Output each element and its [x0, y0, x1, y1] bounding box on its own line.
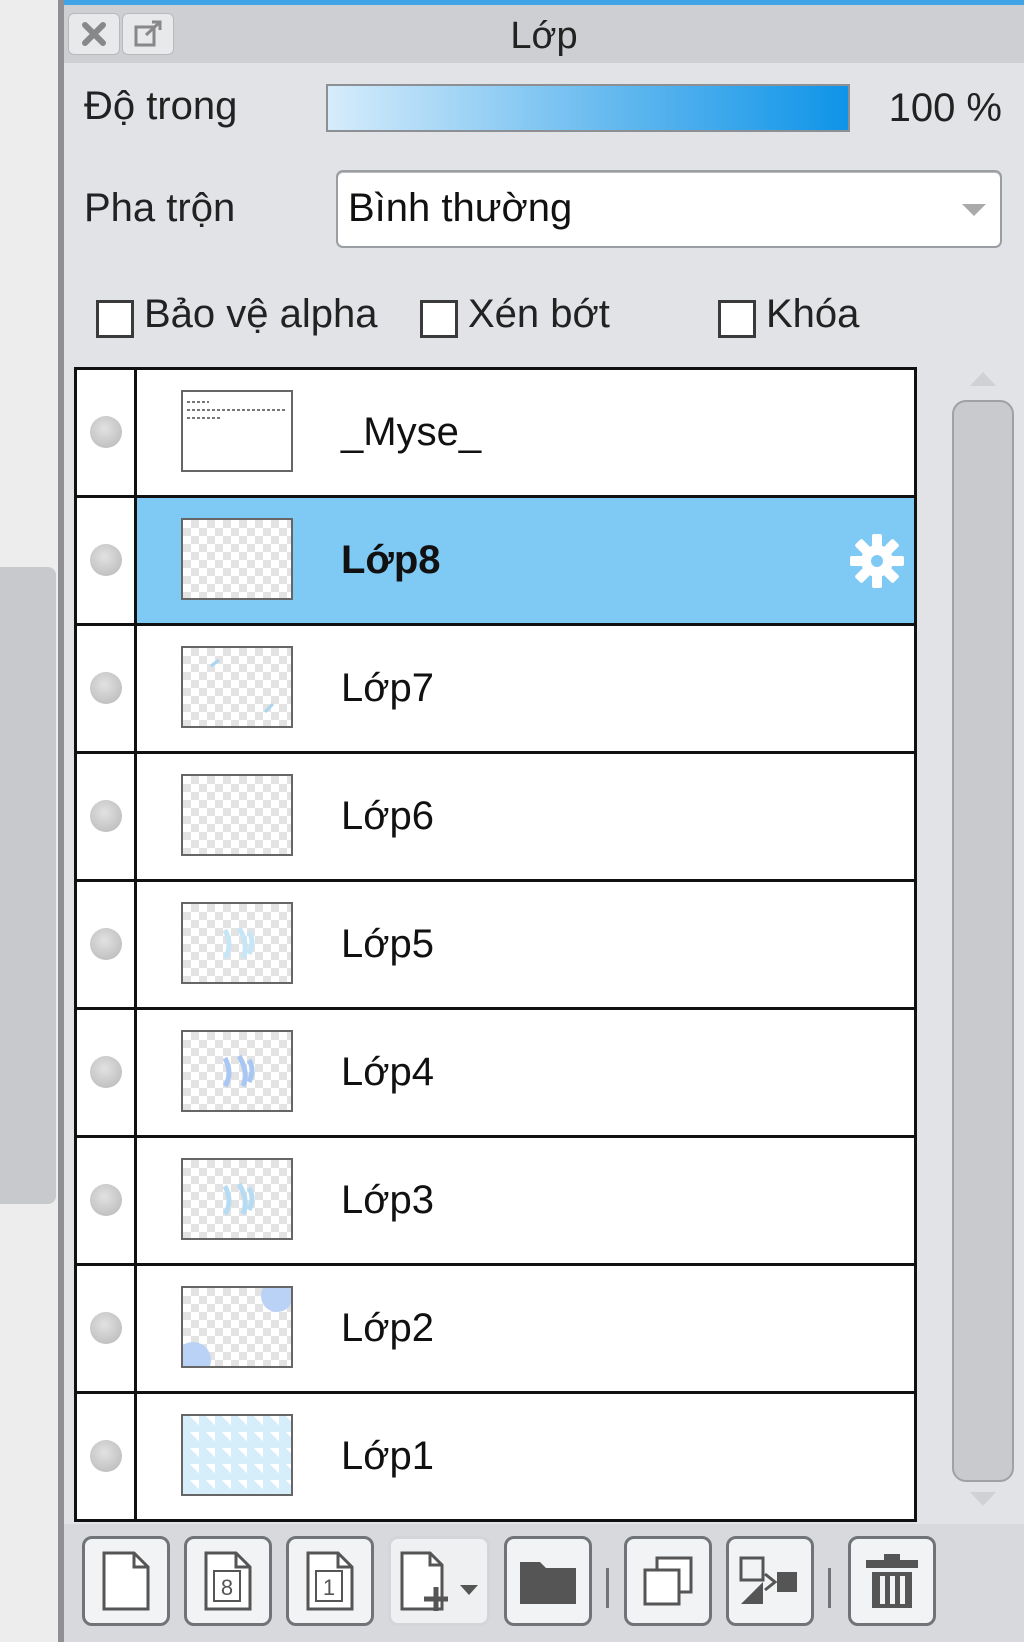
layer-row[interactable]: Lớp3 — [77, 1138, 914, 1266]
svg-text:8: 8 — [221, 1575, 233, 1600]
protect-alpha-checkbox[interactable] — [96, 300, 134, 338]
new-layer-icon — [102, 1551, 150, 1611]
layer-thumbnail — [181, 1030, 293, 1112]
layer-row-body[interactable]: Lớp7 — [137, 626, 914, 751]
layer-row[interactable]: Lớp6 — [77, 754, 914, 882]
folder-icon — [520, 1562, 576, 1604]
merge-down-button[interactable] — [726, 1536, 814, 1626]
visibility-toggle[interactable] — [90, 544, 122, 576]
layer-thumbnail — [181, 902, 293, 984]
layer-thumbnail — [181, 1158, 293, 1240]
toolbar-separator — [606, 1568, 609, 1608]
visibility-toggle[interactable] — [90, 1184, 122, 1216]
chevron-down-icon — [962, 204, 986, 216]
layer-row-body[interactable]: Lớp2 — [137, 1266, 914, 1391]
layer-thumbnail — [181, 646, 293, 728]
layer-row-body[interactable]: Lớp8 — [137, 498, 914, 623]
visibility-toggle[interactable] — [90, 1312, 122, 1344]
scroll-up-arrow[interactable] — [970, 372, 996, 386]
layer-row[interactable]: Lớp2 — [77, 1266, 914, 1394]
lock-label: Khóa — [766, 292, 860, 336]
layer-row[interactable]: Lớp4 — [77, 1010, 914, 1138]
new-folder-button[interactable] — [504, 1536, 592, 1626]
scrollbar[interactable] — [952, 400, 1014, 1482]
layer-panel: Lớp Độ trong 100 % Pha trộn Bình thường … — [64, 0, 1024, 1642]
blend-mode-select[interactable]: Bình thường — [336, 170, 1002, 248]
layer-name: Lớp3 — [341, 1178, 434, 1222]
merge-down-icon — [739, 1556, 797, 1604]
lock-checkbox[interactable] — [718, 300, 756, 338]
layer-row-body[interactable]: Lớp3 — [137, 1138, 914, 1263]
new-layer-button[interactable] — [82, 1536, 170, 1626]
protect-alpha-label: Bảo vệ alpha — [144, 292, 378, 336]
layer-name: Lớp4 — [341, 1050, 434, 1094]
new-layer-menu-icon — [400, 1551, 478, 1611]
scroll-down-arrow[interactable] — [970, 1492, 996, 1506]
layer-name: Lớp1 — [341, 1434, 434, 1478]
delete-layer-button[interactable] — [848, 1536, 936, 1626]
layer-thumbnail — [181, 774, 293, 856]
layer-name: Lớp6 — [341, 794, 434, 838]
visibility-toggle[interactable] — [90, 928, 122, 960]
duplicate-layer-button[interactable] — [624, 1536, 712, 1626]
layer-row-body[interactable]: Lớp5 — [137, 882, 914, 1007]
blend-mode-value: Bình thường — [348, 186, 573, 230]
gear-icon[interactable] — [848, 532, 906, 590]
visibility-toggle[interactable] — [90, 416, 122, 448]
duplicate-icon — [643, 1556, 693, 1606]
trash-icon — [866, 1554, 918, 1608]
opacity-value: 100 % — [888, 86, 1002, 130]
layer-thumbnail — [181, 1286, 293, 1368]
layer-row-body[interactable]: Lớp1 — [137, 1394, 914, 1519]
new-layer-menu-button[interactable] — [388, 1536, 490, 1626]
layer-row-body[interactable]: Lớp4 — [137, 1010, 914, 1135]
layer-row[interactable]: Lớp1 — [77, 1394, 914, 1522]
visibility-toggle[interactable] — [90, 672, 122, 704]
visibility-toggle[interactable] — [90, 800, 122, 832]
layer-row[interactable]: Lớp8 — [77, 498, 914, 626]
opacity-label: Độ trong — [84, 84, 238, 128]
panel-resize-handle[interactable] — [0, 567, 56, 1204]
panel-title: Lớp — [510, 15, 578, 57]
layer-thumbnail — [181, 1414, 293, 1496]
layer-name: Lớp7 — [341, 666, 434, 710]
new-1bit-layer-button[interactable]: 1 — [286, 1536, 374, 1626]
layer-thumbnail — [181, 390, 293, 472]
new-8bit-layer-button[interactable]: 8 — [184, 1536, 272, 1626]
visibility-toggle[interactable] — [90, 1056, 122, 1088]
clipping-label: Xén bớt — [468, 292, 610, 336]
opacity-slider[interactable] — [326, 84, 850, 132]
layer-name: _Myse_ — [341, 410, 482, 454]
layer-name: Lớp5 — [341, 922, 434, 966]
layer-row-body[interactable]: Lớp6 — [137, 754, 914, 879]
layer-row[interactable]: Lớp5 — [77, 882, 914, 1010]
layer-row[interactable]: Lớp7 — [77, 626, 914, 754]
clipping-checkbox[interactable] — [420, 300, 458, 338]
panel-titlebar: Lớp — [64, 5, 1024, 63]
layer-thumbnail — [181, 518, 293, 600]
svg-text:1: 1 — [323, 1575, 335, 1600]
layer-name: Lớp2 — [341, 1306, 434, 1350]
layer-name: Lớp8 — [341, 538, 441, 582]
layer-row-body[interactable]: _Myse_ — [137, 370, 914, 495]
layer-row[interactable]: _Myse_ — [77, 370, 914, 498]
visibility-toggle[interactable] — [90, 1440, 122, 1472]
blend-label: Pha trộn — [84, 186, 236, 230]
layer-list: _Myse_ Lớp8 Lớp7 Lớp6 Lớp5 Lớp4 Lớp3 Lớp… — [74, 367, 917, 1522]
8bit-layer-icon: 8 — [204, 1551, 252, 1611]
layer-toolbar: 8 1 — [64, 1524, 1024, 1642]
1bit-layer-icon: 1 — [306, 1551, 354, 1611]
toolbar-separator — [828, 1568, 831, 1608]
